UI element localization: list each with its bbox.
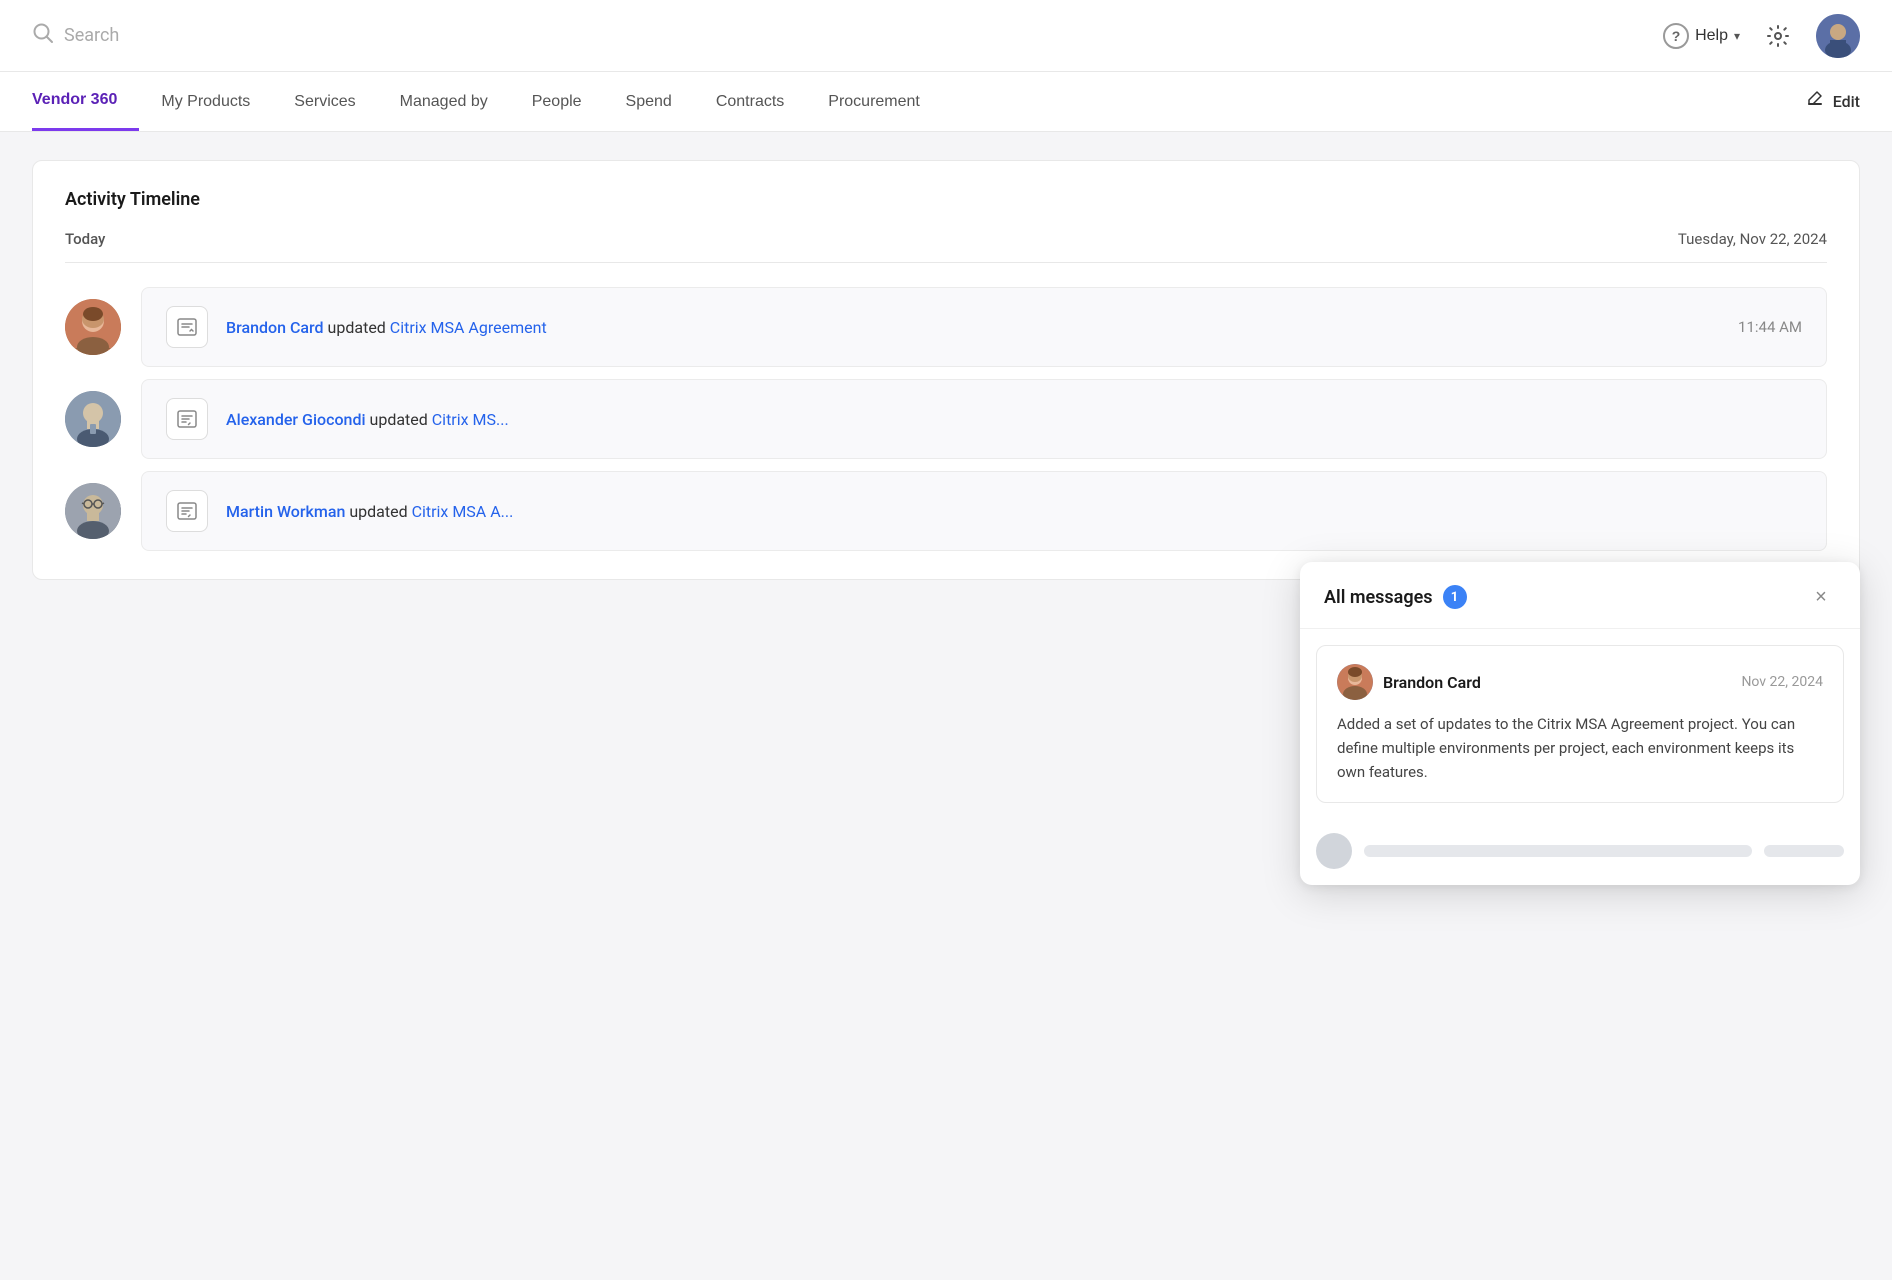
messages-popup: All messages 1 ×: [1300, 562, 1860, 885]
timeline-date: Tuesday, Nov 22, 2024: [1678, 230, 1827, 248]
message-input-area[interactable]: [1300, 819, 1860, 885]
timeline-today-label: Today: [65, 230, 105, 248]
message-sender-name: Brandon Card: [1383, 673, 1481, 692]
chevron-down-icon: ▾: [1734, 29, 1740, 43]
edit-icon: [1805, 89, 1825, 114]
activity-text-1: Brandon Card updated Citrix MSA Agreemen…: [226, 318, 547, 337]
activity-list: Brandon Card updated Citrix MSA Agreemen…: [65, 287, 1827, 551]
avatar-brandon: [65, 299, 121, 355]
message-avatar: [1337, 664, 1373, 700]
messages-close-button[interactable]: ×: [1806, 582, 1836, 612]
activity-timeline-card: Activity Timeline Today Tuesday, Nov 22,…: [32, 160, 1860, 580]
message-date: Nov 22, 2024: [1741, 674, 1823, 690]
activity-item-3: Martin Workman updated Citrix MSA A...: [65, 471, 1827, 551]
tab-procurement[interactable]: Procurement: [806, 72, 942, 131]
activity-icon-3: [166, 490, 208, 532]
search-area[interactable]: Search: [32, 22, 1663, 49]
activity-time-1: 11:44 AM: [1738, 318, 1802, 336]
tab-people[interactable]: People: [510, 72, 604, 131]
edit-button[interactable]: Edit: [1805, 89, 1860, 114]
activity-icon-2: [166, 398, 208, 440]
item-link-1[interactable]: Citrix MSA Agreement: [390, 318, 547, 337]
activity-content-box-3: Martin Workman updated Citrix MSA A...: [141, 471, 1827, 551]
item-link-2[interactable]: Citrix MS: [432, 410, 496, 429]
activity-text-2: Alexander Giocondi updated Citrix MS...: [226, 410, 509, 429]
messages-header: All messages 1 ×: [1300, 562, 1860, 629]
message-input-placeholder-bar: [1364, 845, 1752, 857]
message-input-avatar: [1316, 833, 1352, 869]
main-content: Activity Timeline Today Tuesday, Nov 22,…: [0, 132, 1892, 608]
tab-myproducts[interactable]: My Products: [139, 72, 272, 131]
activity-icon-1: [166, 306, 208, 348]
person-link-2[interactable]: Alexander Giocondi: [226, 410, 366, 429]
activity-item-1: Brandon Card updated Citrix MSA Agreemen…: [65, 287, 1827, 367]
tab-managedby[interactable]: Managed by: [378, 72, 510, 131]
tab-spend[interactable]: Spend: [604, 72, 694, 131]
avatar-martin: [65, 483, 121, 539]
help-button[interactable]: ? Help ▾: [1663, 23, 1740, 49]
message-card-header: Brandon Card Nov 22, 2024: [1337, 664, 1823, 700]
tab-services[interactable]: Services: [272, 72, 377, 131]
activity-content-box-2: Alexander Giocondi updated Citrix MS...: [141, 379, 1827, 459]
message-card: Brandon Card Nov 22, 2024 Added a set of…: [1316, 645, 1844, 803]
message-sender-group: Brandon Card: [1337, 664, 1481, 700]
user-avatar[interactable]: [1816, 14, 1860, 58]
messages-title-group: All messages 1: [1324, 585, 1467, 609]
activity-item-2: Alexander Giocondi updated Citrix MS...: [65, 379, 1827, 459]
timeline-header: Today Tuesday, Nov 22, 2024: [65, 230, 1827, 263]
tab-contracts[interactable]: Contracts: [694, 72, 806, 131]
person-link-1[interactable]: Brandon Card: [226, 318, 324, 337]
topbar-right: ? Help ▾: [1663, 14, 1860, 58]
activity-text-3: Martin Workman updated Citrix MSA A...: [226, 502, 513, 521]
messages-title: All messages: [1324, 587, 1433, 608]
activity-content-box-1: Brandon Card updated Citrix MSA Agreemen…: [141, 287, 1827, 367]
help-icon: ?: [1663, 23, 1689, 49]
message-input-placeholder-short-bar: [1764, 845, 1844, 857]
search-input-label: Search: [64, 25, 119, 46]
avatar-alexander: [65, 391, 121, 447]
item-link-3[interactable]: Citrix MSA A: [412, 502, 501, 521]
nav-tabs: Vendor 360 My Products Services Managed …: [0, 72, 1892, 132]
tab-vendor360[interactable]: Vendor 360: [32, 72, 139, 131]
person-link-3[interactable]: Martin Workman: [226, 502, 345, 521]
search-icon: [32, 22, 54, 49]
help-label: Help: [1695, 27, 1728, 45]
settings-button[interactable]: [1760, 18, 1796, 54]
message-body: Added a set of updates to the Citrix MSA…: [1337, 712, 1823, 784]
topbar: Search ? Help ▾: [0, 0, 1892, 72]
edit-label: Edit: [1833, 92, 1860, 111]
nav-tabs-left: Vendor 360 My Products Services Managed …: [32, 72, 942, 131]
messages-badge: 1: [1443, 585, 1467, 609]
activity-title: Activity Timeline: [65, 189, 1827, 210]
